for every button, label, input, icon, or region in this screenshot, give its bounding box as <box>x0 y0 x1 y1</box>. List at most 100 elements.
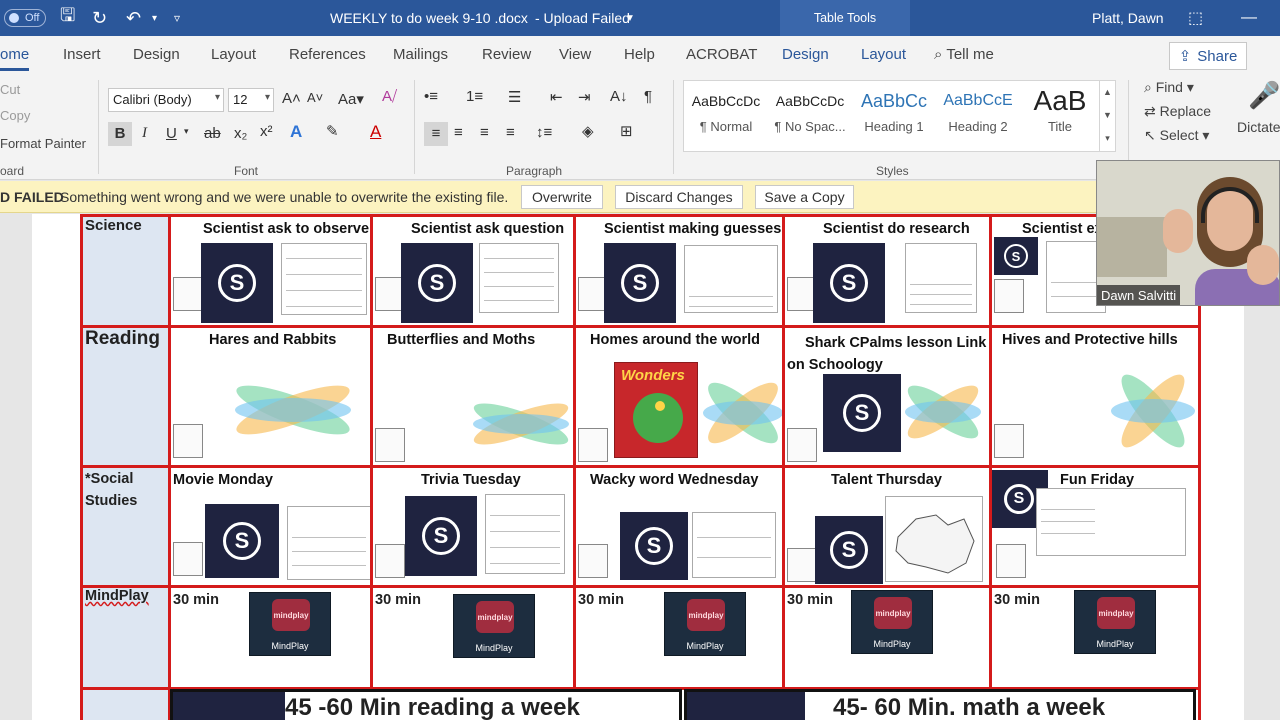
align-left-icon[interactable]: ≡ <box>424 122 448 146</box>
undo-icon[interactable]: ↶ <box>126 0 141 36</box>
multilevel-list-icon[interactable]: ☰ <box>508 88 521 106</box>
table-cell[interactable]: 30 min mindplay MindPlay <box>989 585 1201 690</box>
user-name[interactable]: Platt, Dawn <box>1092 0 1164 36</box>
checkbox[interactable] <box>578 544 608 578</box>
checkbox[interactable] <box>173 424 203 458</box>
checkbox[interactable] <box>375 544 405 578</box>
checkbox[interactable] <box>787 428 817 462</box>
strikethrough-icon[interactable]: ab <box>204 125 221 142</box>
style-normal[interactable]: AaBbCcDc ¶ Normal <box>684 87 768 134</box>
borders-icon[interactable]: ⊞ <box>620 122 633 140</box>
checkbox[interactable] <box>173 277 203 311</box>
table-cell[interactable]: Scientist ask question S <box>370 214 576 328</box>
minimize-icon[interactable]: — <box>1241 0 1257 36</box>
line-spacing-icon[interactable]: ↕≡ <box>536 124 552 141</box>
table-cell[interactable]: Scientist ask to observe S <box>168 214 373 328</box>
table-cell[interactable]: 30 min mindplay MindPlay <box>782 585 992 690</box>
seesaw-app-icon[interactable]: S <box>604 243 676 323</box>
underline-icon[interactable]: U <box>166 125 177 142</box>
table-cell[interactable]: Wacky word Wednesday S <box>573 465 785 588</box>
shrink-font-icon[interactable]: A˅ <box>307 90 323 105</box>
cut-button[interactable]: Cut <box>0 82 20 97</box>
microphone-icon[interactable]: 🎤 <box>1248 80 1280 111</box>
undo-dropdown-icon[interactable]: ▾ <box>152 0 157 36</box>
overwrite-button[interactable]: Overwrite <box>521 185 603 209</box>
tab-insert[interactable]: Insert <box>63 46 101 63</box>
decrease-indent-icon[interactable]: ⇤ <box>550 88 563 106</box>
tab-table-layout[interactable]: Layout <box>861 46 906 63</box>
numbering-icon[interactable]: 1≡ <box>466 88 483 105</box>
bullets-icon[interactable]: •≡ <box>424 88 438 105</box>
mindplay-app-icon[interactable]: mindplay MindPlay <box>453 594 535 658</box>
seesaw-app-icon[interactable]: S <box>620 512 688 580</box>
table-cell[interactable]: 30 min mindplay MindPlay <box>573 585 785 690</box>
subscript-icon[interactable]: x₂ <box>234 125 247 142</box>
upload-status-chevron-icon[interactable]: ▼ <box>625 0 635 36</box>
styles-scroll[interactable]: ▲ ▼ ▾ <box>1099 81 1115 151</box>
seesaw-app-icon[interactable]: S <box>823 374 901 452</box>
upload-status[interactable]: - Upload Failed <box>535 0 630 36</box>
underline-dropdown-icon[interactable]: ▾ <box>184 126 189 137</box>
tab-table-design[interactable]: Design <box>782 46 829 63</box>
seesaw-app-icon[interactable]: S <box>994 237 1038 275</box>
checkbox[interactable] <box>375 428 405 462</box>
dictate-button[interactable]: Dictate <box>1237 119 1280 135</box>
mindplay-app-icon[interactable]: mindplay MindPlay <box>664 592 746 656</box>
checkbox[interactable] <box>787 548 817 582</box>
style-title[interactable]: AaB Title <box>1018 87 1102 135</box>
format-painter-button[interactable]: Format Painter <box>0 136 86 151</box>
redo-repeat-icon[interactable]: ↻ <box>92 0 107 36</box>
style-no-spacing[interactable]: AaBbCcDc ¶ No Spac... <box>768 87 852 134</box>
table-cell[interactable]: Butterflies and Moths <box>370 325 576 468</box>
find-button[interactable]: ⌕ Find ▾ <box>1144 79 1194 96</box>
table-cell[interactable]: 30 min mindplay MindPlay <box>168 585 373 690</box>
checkbox[interactable] <box>173 542 203 576</box>
checkbox[interactable] <box>996 544 1026 578</box>
checkbox[interactable] <box>578 428 608 462</box>
grow-font-icon[interactable]: A˄ <box>282 90 301 107</box>
tab-acrobat[interactable]: ACROBAT <box>686 46 757 63</box>
tab-mailings[interactable]: Mailings <box>393 46 448 63</box>
document-page[interactable]: Science Scientist ask to observe S Scien… <box>32 214 1244 720</box>
document-area[interactable]: Science Scientist ask to observe S Scien… <box>0 214 1280 720</box>
tab-help[interactable]: Help <box>624 46 655 63</box>
bold-icon[interactable]: B <box>108 122 132 146</box>
text-effects-icon[interactable]: A <box>290 122 302 142</box>
webcam-video-overlay[interactable]: Dawn Salvitti <box>1096 160 1280 306</box>
seesaw-app-icon[interactable]: S <box>813 243 885 323</box>
wonders-book-cover[interactable]: Wonders <box>614 362 698 458</box>
mindplay-app-icon[interactable]: mindplay MindPlay <box>851 590 933 654</box>
font-name-combo[interactable]: Calibri (Body) ▾ <box>108 88 224 112</box>
save-icon[interactable]: 🖫 <box>60 0 75 36</box>
table-cell[interactable]: Trivia Tuesday S <box>370 465 576 588</box>
highlight-icon[interactable]: ✎ <box>326 122 339 140</box>
tab-design[interactable]: Design <box>133 46 180 63</box>
italic-icon[interactable]: I <box>142 125 147 142</box>
table-cell[interactable]: Homes around the world Wonders <box>573 325 785 468</box>
replace-button[interactable]: ⇄ Replace <box>1144 103 1211 120</box>
tell-me-search[interactable]: ⌕ Tell me <box>934 46 994 63</box>
mindplay-app-icon[interactable]: mindplay MindPlay <box>249 592 331 656</box>
seesaw-app-icon[interactable]: S <box>205 504 279 578</box>
seesaw-app-icon[interactable]: S <box>401 243 473 323</box>
increase-indent-icon[interactable]: ⇥ <box>578 88 591 106</box>
tab-references[interactable]: References <box>289 46 366 63</box>
checkbox[interactable] <box>994 279 1024 313</box>
sort-icon[interactable]: A↓ <box>610 88 628 105</box>
customize-qat-icon[interactable]: ▿ <box>174 0 180 36</box>
tab-home[interactable]: ome <box>0 46 30 71</box>
save-a-copy-button[interactable]: Save a Copy <box>755 185 854 209</box>
clear-formatting-icon[interactable]: A⧸ <box>382 88 397 105</box>
table-cell[interactable]: Fun Friday S <box>989 465 1201 588</box>
seesaw-app-icon[interactable]: S <box>405 496 477 576</box>
font-color-icon[interactable]: A <box>370 122 381 142</box>
mindplay-app-icon[interactable]: mindplay MindPlay <box>1074 590 1156 654</box>
table-cell[interactable]: Scientist making guesses S <box>573 214 785 328</box>
discard-changes-button[interactable]: Discard Changes <box>615 185 743 209</box>
align-right-icon[interactable]: ≡ <box>480 124 489 141</box>
superscript-icon[interactable]: x² <box>260 123 273 140</box>
shading-icon[interactable]: ◈ <box>582 122 594 140</box>
table-cell[interactable]: 30 min mindplay MindPlay <box>370 585 576 690</box>
style-heading-1[interactable]: AaBbCc Heading 1 <box>852 87 936 134</box>
table-cell[interactable]: Scientist do research S <box>782 214 992 328</box>
